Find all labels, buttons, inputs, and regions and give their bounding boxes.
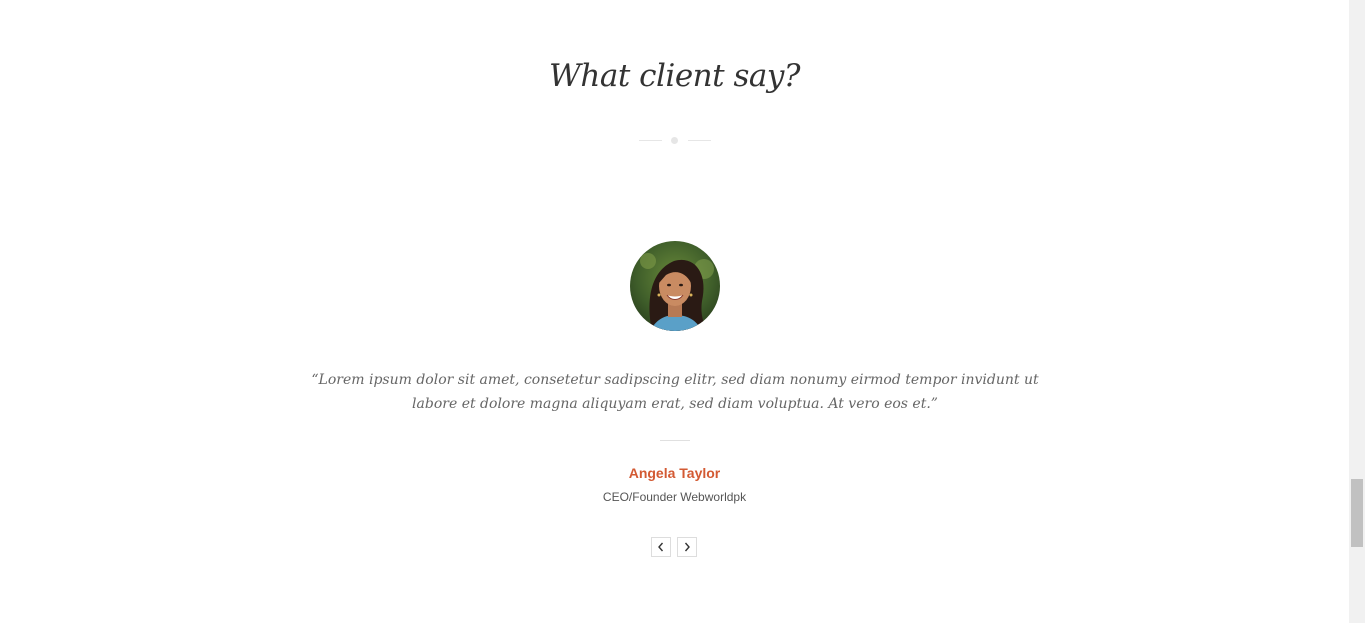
- divider-dot: [671, 137, 678, 144]
- chevron-right-icon: [684, 542, 690, 552]
- testimonial-quote: “Lorem ipsum dolor sit amet, consetetur …: [311, 372, 1039, 412]
- author-divider: [660, 440, 690, 441]
- chevron-left-icon: [658, 542, 664, 552]
- divider-line-right: [688, 140, 711, 141]
- page: What client say? “Lorem ipsum dolor sit …: [0, 0, 1349, 623]
- vertical-scrollbar[interactable]: [1349, 0, 1365, 623]
- carousel-prev-button[interactable]: [651, 537, 671, 557]
- carousel-next-button[interactable]: [677, 537, 697, 557]
- author-role: CEO/Founder Webworldpk: [602, 490, 747, 504]
- divider-line-left: [639, 140, 662, 141]
- title-divider: [639, 136, 711, 146]
- scrollbar-thumb[interactable]: [1351, 479, 1363, 547]
- client-avatar: [630, 241, 720, 331]
- section-title: What client say?: [549, 58, 800, 94]
- author-name: Angela Taylor: [628, 465, 721, 481]
